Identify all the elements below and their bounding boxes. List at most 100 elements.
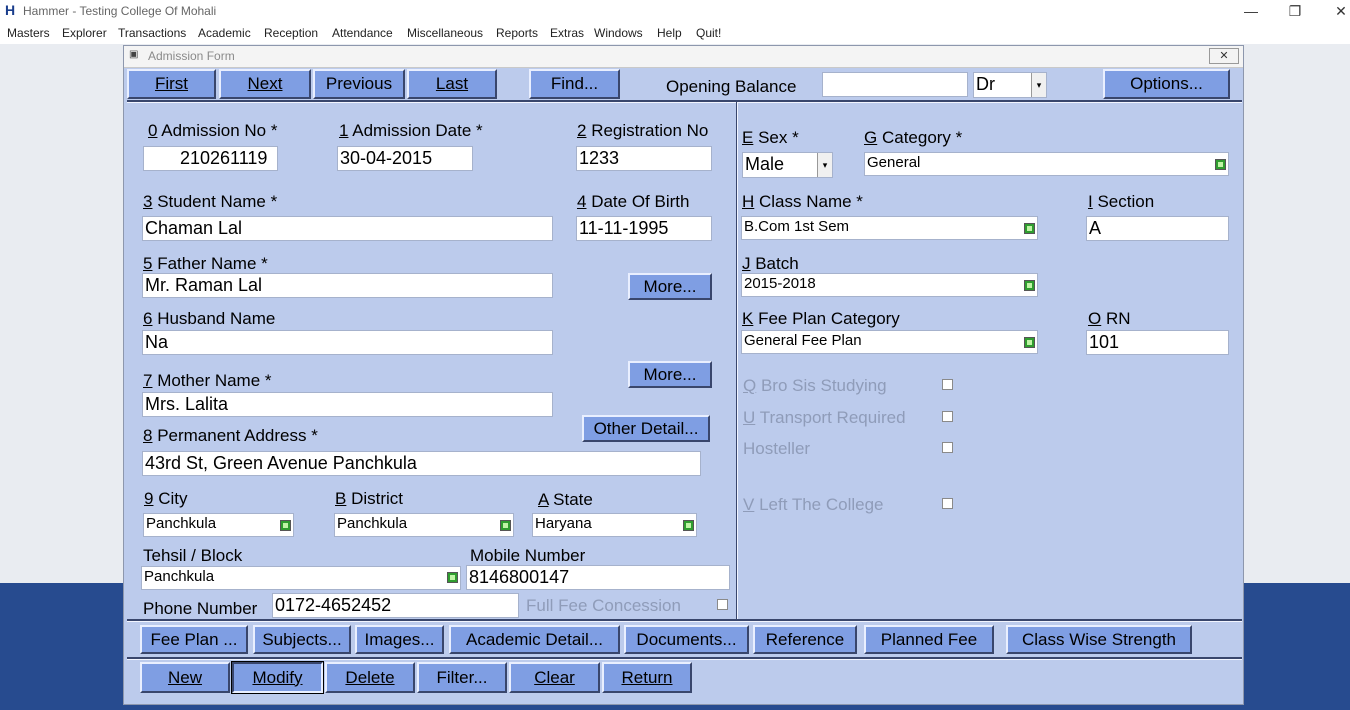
permanent-address-input[interactable]: 43rd St, Green Avenue Panchkula bbox=[142, 451, 701, 476]
tab-documents[interactable]: Documents... bbox=[624, 625, 749, 654]
district-label: B District bbox=[335, 489, 404, 508]
dob-input[interactable]: 11-11-1995 bbox=[576, 216, 712, 241]
fee-plan-category-lookup-icon[interactable] bbox=[1024, 337, 1035, 348]
district-input[interactable]: Panchkula bbox=[334, 513, 514, 537]
menu-masters[interactable]: Masters bbox=[7, 26, 50, 40]
father-more-button[interactable]: More... bbox=[628, 273, 712, 300]
tehsil-lookup-icon[interactable] bbox=[447, 572, 458, 583]
husband-name-input[interactable]: Na bbox=[142, 330, 553, 355]
tab-academic-detail[interactable]: Academic Detail... bbox=[449, 625, 620, 654]
delete-button[interactable]: Delete bbox=[325, 662, 415, 693]
tab-planned-fee[interactable]: Planned Fee bbox=[864, 625, 994, 654]
state-input[interactable]: Haryana bbox=[532, 513, 697, 537]
class-name-lookup-icon[interactable] bbox=[1024, 223, 1035, 234]
menu-miscellaneous[interactable]: Miscellaneous bbox=[407, 26, 483, 40]
menu-reports[interactable]: Reports bbox=[496, 26, 538, 40]
opening-balance-label: Opening Balance bbox=[666, 77, 797, 96]
chevron-down-icon[interactable]: ▾ bbox=[817, 153, 832, 177]
state-lookup-icon[interactable] bbox=[683, 520, 694, 531]
class-name-label: H Class Name * bbox=[742, 192, 863, 211]
category-lookup-icon[interactable] bbox=[1215, 159, 1226, 170]
admission-date-input[interactable]: 30-04-2015 bbox=[337, 146, 473, 171]
left-college-checkbox[interactable] bbox=[942, 498, 953, 509]
city-lookup-icon[interactable] bbox=[280, 520, 291, 531]
options-button-label: Options... bbox=[1130, 74, 1203, 93]
column-divider bbox=[736, 102, 738, 619]
district-lookup-icon[interactable] bbox=[500, 520, 511, 531]
options-button[interactable]: Options... bbox=[1103, 69, 1230, 99]
tab-subjects[interactable]: Subjects... bbox=[253, 625, 351, 654]
bro-sis-checkbox[interactable] bbox=[942, 379, 953, 390]
sex-select[interactable]: Male ▾ bbox=[742, 152, 833, 178]
phone-input[interactable]: 0172-4652452 bbox=[272, 593, 519, 618]
father-name-label: 5 Father Name * bbox=[143, 254, 268, 273]
student-name-input[interactable]: Chaman Lal bbox=[142, 216, 553, 241]
minimize-icon[interactable]: — bbox=[1241, 2, 1261, 20]
mother-more-button[interactable]: More... bbox=[628, 361, 712, 388]
batch-lookup-icon[interactable] bbox=[1024, 280, 1035, 291]
form-close-icon[interactable]: ✕ bbox=[1209, 48, 1239, 64]
toolbar-divider bbox=[127, 100, 1242, 103]
admission-no-input[interactable]: 210261119 bbox=[143, 146, 278, 171]
mother-name-input[interactable]: Mrs. Lalita bbox=[142, 392, 553, 417]
fee-plan-category-input[interactable]: General Fee Plan bbox=[741, 330, 1038, 354]
hosteller-checkbox[interactable] bbox=[942, 442, 953, 453]
menu-extras[interactable]: Extras bbox=[550, 26, 584, 40]
menu-help[interactable]: Help bbox=[657, 26, 682, 40]
transport-checkbox[interactable] bbox=[942, 411, 953, 422]
hosteller-label: Hosteller bbox=[743, 439, 811, 458]
restore-icon[interactable]: ❐ bbox=[1285, 2, 1305, 20]
menu-windows[interactable]: Windows bbox=[594, 26, 643, 40]
first-button-label: First bbox=[154, 74, 189, 93]
menu-academic[interactable]: Academic bbox=[198, 26, 251, 40]
tehsil-input[interactable]: Panchkula bbox=[141, 566, 461, 590]
modify-button[interactable]: Modify bbox=[231, 661, 324, 694]
other-detail-button[interactable]: Other Detail... bbox=[582, 415, 710, 442]
city-label: 9 City bbox=[144, 489, 188, 508]
opening-balance-input[interactable] bbox=[822, 72, 968, 97]
app-logo-icon: H bbox=[5, 2, 16, 18]
tab-fee-plan-label: Fee Plan ... bbox=[150, 629, 238, 649]
next-button[interactable]: Next bbox=[219, 69, 311, 99]
mother-more-label: More... bbox=[643, 364, 697, 384]
find-button[interactable]: Find... bbox=[529, 69, 620, 99]
last-button[interactable]: Last bbox=[407, 69, 497, 99]
clear-button[interactable]: Clear bbox=[509, 662, 600, 693]
filter-button[interactable]: Filter... bbox=[417, 662, 507, 693]
tab-fee-plan[interactable]: Fee Plan ... bbox=[140, 625, 248, 654]
menu-transactions[interactable]: Transactions bbox=[118, 26, 186, 40]
menu-quit[interactable]: Quit! bbox=[696, 26, 721, 40]
phone-label: Phone Number bbox=[143, 599, 258, 618]
full-fee-concession-checkbox[interactable] bbox=[717, 599, 728, 610]
return-button[interactable]: Return bbox=[602, 662, 692, 693]
rn-input[interactable]: 101 bbox=[1086, 330, 1229, 355]
form-window-icon: ▣ bbox=[129, 49, 139, 60]
city-input[interactable]: Panchkula bbox=[143, 513, 294, 537]
tab-class-wise-strength[interactable]: Class Wise Strength bbox=[1006, 625, 1192, 654]
class-name-input[interactable]: B.Com 1st Sem bbox=[741, 216, 1038, 240]
previous-button-label: Previous bbox=[325, 74, 393, 93]
delete-button-label: Delete bbox=[345, 667, 395, 687]
mobile-input[interactable]: 8146800147 bbox=[466, 565, 730, 590]
batch-input[interactable]: 2015-2018 bbox=[741, 273, 1038, 297]
next-button-label: Next bbox=[247, 74, 283, 93]
category-input[interactable]: General bbox=[864, 152, 1229, 176]
tab-reference[interactable]: Reference bbox=[753, 625, 857, 654]
registration-no-input[interactable]: 1233 bbox=[576, 146, 712, 171]
transport-label: U Transport Required bbox=[743, 408, 906, 427]
first-button[interactable]: First bbox=[127, 69, 216, 99]
section-input[interactable]: A bbox=[1086, 216, 1229, 241]
tab-images[interactable]: Images... bbox=[355, 625, 444, 654]
admission-date-label: 1 Admission Date * bbox=[339, 121, 483, 140]
menu-reception[interactable]: Reception bbox=[264, 26, 318, 40]
balance-type-select[interactable]: Dr ▾ bbox=[973, 72, 1047, 98]
dob-label: 4 Date Of Birth bbox=[577, 192, 690, 211]
father-name-input[interactable]: Mr. Raman Lal bbox=[142, 273, 553, 298]
previous-button[interactable]: Previous bbox=[313, 69, 405, 99]
chevron-down-icon[interactable]: ▾ bbox=[1031, 73, 1046, 97]
permanent-address-label: 8 Permanent Address * bbox=[143, 426, 318, 445]
menu-attendance[interactable]: Attendance bbox=[332, 26, 393, 40]
menu-explorer[interactable]: Explorer bbox=[62, 26, 107, 40]
new-button[interactable]: New bbox=[140, 662, 230, 693]
close-icon[interactable]: ✕ bbox=[1331, 2, 1350, 20]
